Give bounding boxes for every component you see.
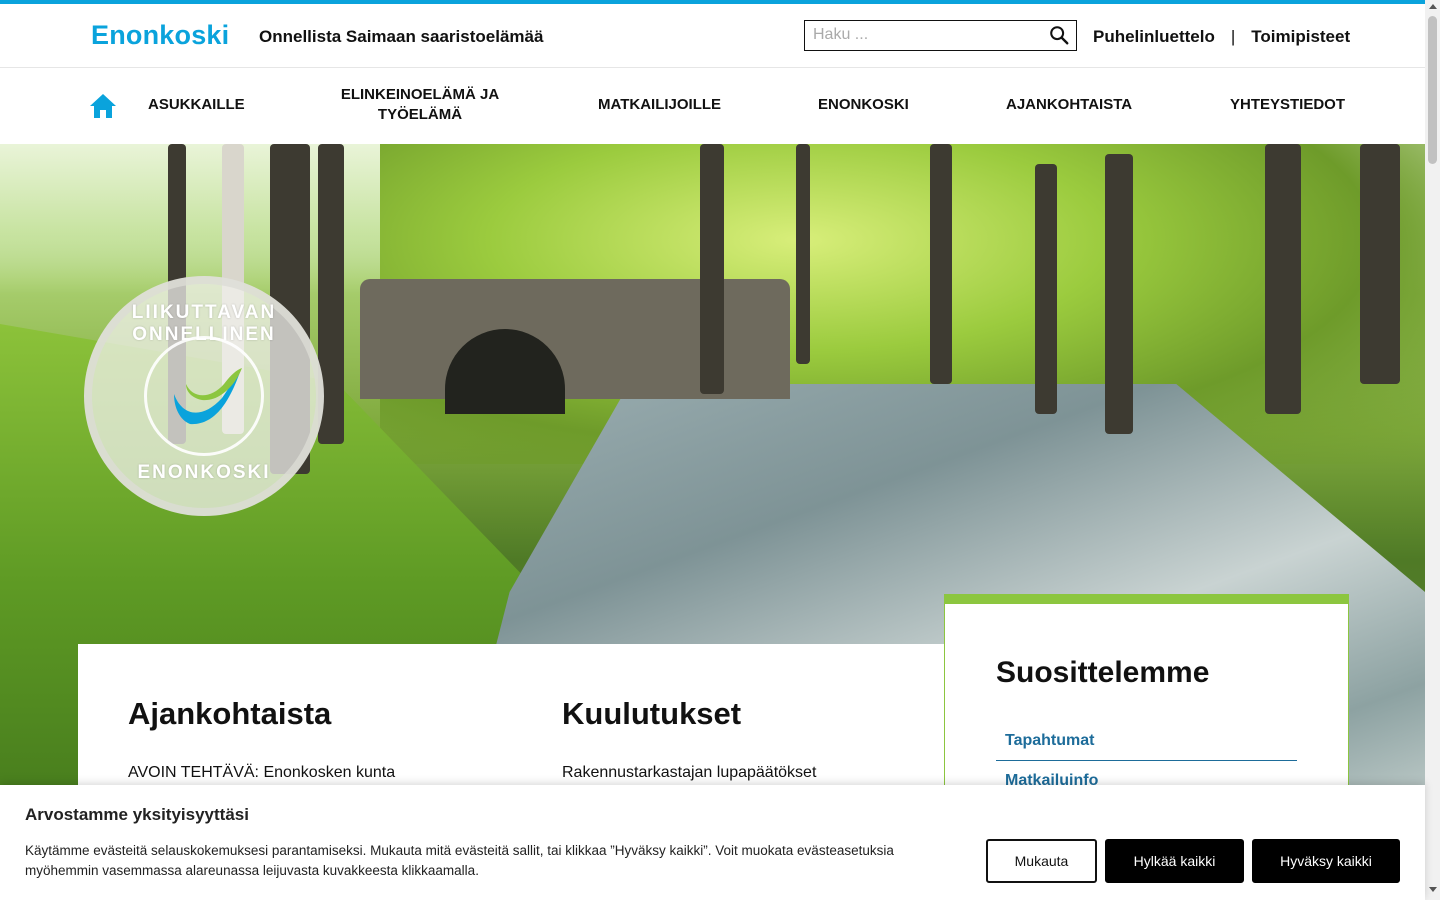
cookie-reject-all-button[interactable]: Hylkää kaikki: [1105, 839, 1244, 883]
phonebook-link[interactable]: Puhelinluettelo: [1093, 27, 1215, 47]
nav-enonkoski[interactable]: ENONKOSKI: [818, 95, 909, 115]
site-header: Enonkoski Onnellista Saimaan saaristoelä…: [0, 4, 1425, 67]
cookie-customize-button[interactable]: Mukauta: [986, 839, 1097, 883]
nav-business[interactable]: ELINKEINOELÄMÄ JA TYÖELÄMÄ: [330, 85, 510, 125]
enonkoski-mark-icon: [174, 368, 242, 425]
recommend-link-events[interactable]: Tapahtumat: [996, 721, 1297, 761]
site-logo[interactable]: Enonkoski: [91, 20, 229, 51]
nav-tourists[interactable]: MATKAILIJOILLE: [598, 95, 721, 115]
cookie-consent-banner: Arvostamme yksityisyyttäsi Käytämme eväs…: [0, 785, 1425, 900]
cookie-title: Arvostamme yksityisyyttäsi: [25, 805, 249, 824]
news-item[interactable]: AVOIN TEHTÄVÄ: Enonkosken kunta: [128, 764, 395, 782]
search-box: [804, 20, 1077, 51]
nav-residents[interactable]: ASUKKAILLE: [148, 95, 245, 115]
site-tagline: Onnellista Saimaan saaristoelämää: [259, 27, 544, 46]
search-icon[interactable]: [1048, 24, 1070, 46]
announcements-heading: Kuulutukset: [562, 696, 742, 731]
scrollbar-thumb[interactable]: [1428, 16, 1437, 164]
scroll-down-arrow-icon[interactable]: [1429, 887, 1437, 892]
offices-link[interactable]: Toimipisteet: [1251, 27, 1350, 47]
search-input[interactable]: [805, 21, 1035, 49]
announcement-item[interactable]: Rakennustarkastajan lupapäätökset: [562, 764, 816, 782]
liikuttavan-onnellinen-badge: LIIKUTTAVAN ONNELLINEN ENONKOSKI: [84, 276, 324, 516]
news-heading: Ajankohtaista: [128, 696, 332, 731]
stone-bridge: [360, 279, 790, 399]
cookie-accept-all-button[interactable]: Hyväksy kaikki: [1252, 839, 1400, 883]
link-separator: |: [1230, 27, 1236, 46]
nav-contact[interactable]: YHTEYSTIEDOT: [1230, 95, 1345, 115]
recommend-heading: Suosittelemme: [996, 656, 1210, 689]
main-navigation: ASUKKAILLE ELINKEINOELÄMÄ JA TYÖELÄMÄ MA…: [0, 67, 1425, 144]
scroll-up-arrow-icon[interactable]: [1429, 4, 1437, 9]
cookie-description: Käytämme evästeitä selauskokemuksesi par…: [25, 843, 894, 878]
home-icon[interactable]: [89, 93, 117, 119]
badge-bottom-text: ENONKOSKI: [137, 462, 271, 483]
utility-links: Puhelinluettelo | Toimipisteet: [1093, 27, 1350, 47]
nav-current[interactable]: AJANKOHTAISTA: [1006, 95, 1132, 115]
